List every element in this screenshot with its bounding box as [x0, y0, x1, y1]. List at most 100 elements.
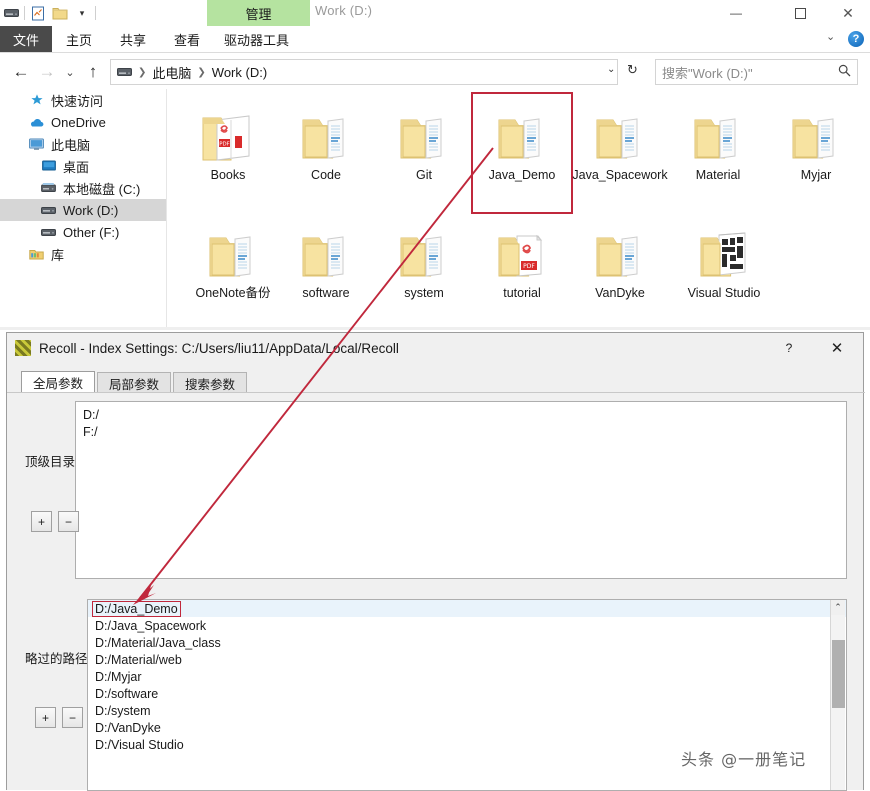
file-item-myjar[interactable]: Myjar [767, 94, 865, 183]
customize-dropdown-icon[interactable]: ▾ [71, 2, 93, 24]
breadcrumb-separator-1[interactable]: ❯ [138, 67, 146, 78]
breadcrumb-this-pc[interactable]: 此电脑 [152, 63, 191, 82]
search-icon[interactable] [838, 64, 851, 80]
breadcrumb-work-d[interactable]: Work (D:) [212, 65, 267, 80]
sidebar-item-label: 桌面 [63, 159, 90, 175]
sidebar-item-label: 库 [51, 247, 65, 263]
file-item-visual-studio[interactable]: Visual Studio [669, 212, 779, 301]
file-item-onenote-backup[interactable]: OneNote备份 [179, 212, 287, 301]
file-item-tutorial[interactable]: PDF tutorial [473, 212, 571, 301]
dialog-title: Recoll - Index Settings: C:/Users/liu11/… [39, 340, 399, 356]
dialog-help-button[interactable]: ? [775, 339, 803, 357]
file-item-java-spacework[interactable]: Java_Spacework [571, 94, 669, 183]
sidebar-item-library[interactable]: 库 [0, 243, 166, 265]
ribbon-tab-strip: 文件 主页 共享 查看 驱动器工具 [0, 26, 870, 52]
file-item-books[interactable]: PDF Books [179, 94, 277, 183]
window-title: Work (D:) [315, 3, 373, 18]
list-item[interactable]: D:/software [88, 685, 846, 702]
sidebar-item-this-pc[interactable]: 此电脑 [0, 133, 166, 155]
folder-docs-icon [277, 94, 375, 166]
folder-docs-icon [767, 94, 865, 166]
sidebar-item-desktop[interactable]: 桌面 [0, 155, 166, 177]
file-item-label: Git [416, 168, 432, 182]
skipped-list-scrollbar[interactable]: ⌃ [830, 600, 845, 790]
help-icon[interactable]: ? [848, 31, 864, 47]
address-dropdown-icon[interactable]: ⌄ [607, 64, 615, 75]
file-item-system[interactable]: system [375, 212, 473, 301]
watermark-text: 头条 @一册笔记 [681, 750, 807, 769]
drive-icon[interactable] [0, 2, 22, 24]
tab-search-params[interactable]: 搜索参数 [173, 372, 248, 393]
tab-global-params[interactable]: 全局参数 [21, 371, 96, 393]
sidebar-item-label: 快速访问 [51, 93, 104, 109]
list-item[interactable]: D:/system [88, 702, 846, 719]
breadcrumb-separator-2[interactable]: ❯ [197, 67, 205, 78]
topdirs-add-button[interactable]: + [31, 511, 52, 532]
new-folder-icon[interactable] [49, 2, 71, 24]
file-item-label: system [404, 286, 444, 300]
list-item[interactable]: D:/Myjar [88, 668, 846, 685]
file-item-code[interactable]: Code [277, 94, 375, 183]
folder-vs-icon [669, 212, 779, 284]
sidebar-item-quick-access[interactable]: 快速访问 [0, 89, 166, 111]
file-item-label: software [302, 286, 350, 300]
svg-text:PDF: PDF [219, 142, 230, 148]
skipped-remove-button[interactable]: − [62, 707, 83, 728]
ribbon-tab-share[interactable]: 共享 [106, 26, 160, 52]
file-item-label: Books [210, 168, 246, 182]
file-item-vandyke[interactable]: VanDyke [571, 212, 669, 301]
sidebar-item-onedrive[interactable]: OneDrive [0, 111, 166, 133]
topdirs-remove-button[interactable]: − [58, 511, 79, 532]
sidebar-item-label: OneDrive [51, 114, 106, 130]
ribbon-tab-home[interactable]: 主页 [52, 26, 106, 52]
properties-icon[interactable] [27, 2, 49, 24]
chevron-down-icon[interactable]: ⌄ [826, 30, 835, 43]
file-item-git[interactable]: Git [375, 94, 473, 183]
scroll-up-icon[interactable]: ⌃ [831, 600, 845, 615]
dialog-close-button[interactable]: ✕ [823, 339, 851, 357]
recent-locations-button[interactable]: ⌄ [60, 59, 80, 85]
close-button[interactable]: ✕ [825, 0, 870, 26]
refresh-icon[interactable]: ↻ [627, 62, 638, 78]
address-breadcrumb-bar[interactable]: ❯ 此电脑 ❯ Work (D:) [110, 59, 618, 85]
contextual-tab-manage[interactable]: 管理 [207, 0, 310, 26]
skipped-add-button[interactable]: + [35, 707, 56, 728]
file-item-material[interactable]: Material [669, 94, 767, 183]
up-button[interactable]: ↑ [80, 59, 106, 85]
file-item-java-demo[interactable]: Java_Demo [471, 92, 573, 214]
settings-tab-strip: 全局参数 局部参数 搜索参数 [21, 371, 249, 393]
ribbon-divider [0, 52, 870, 53]
sidebar-item-other-f[interactable]: Other (F:) [0, 221, 166, 243]
topdirs-listbox[interactable]: D:/ F:/ [75, 401, 847, 579]
file-item-label: Myjar [800, 168, 832, 182]
forward-button[interactable]: → [34, 59, 60, 85]
list-item[interactable]: D:/VanDyke [88, 719, 846, 736]
maximize-button[interactable] [777, 0, 823, 26]
ribbon-tab-file[interactable]: 文件 [0, 26, 52, 52]
sidebar-item-label: 此电脑 [51, 137, 91, 153]
scrollbar-thumb[interactable] [832, 640, 845, 708]
list-item[interactable]: D:/Java_Demo [88, 600, 846, 617]
search-input[interactable]: 搜索"Work (D:)" [655, 59, 858, 85]
topdirs-label: 顶级目录 [25, 455, 76, 469]
ribbon-tab-view[interactable]: 查看 [160, 26, 214, 52]
back-button[interactable]: ← [8, 59, 34, 85]
tab-underline [7, 392, 865, 393]
skipped-label: 略过的路径 [25, 652, 88, 666]
tab-local-params[interactable]: 局部参数 [97, 372, 172, 393]
folder-docs-icon [571, 212, 669, 284]
file-item-software[interactable]: software [277, 212, 375, 301]
search-placeholder: 搜索"Work (D:)" [662, 65, 753, 81]
file-item-label: tutorial [503, 286, 541, 300]
folder-docs-icon [571, 94, 669, 166]
pane-splitter[interactable] [166, 89, 167, 327]
list-item[interactable]: F:/ [76, 423, 846, 440]
list-item[interactable]: D:/Material/Java_class [88, 634, 846, 651]
minimize-button[interactable]: — [713, 0, 759, 26]
sidebar-item-local-disk-c[interactable]: 本地磁盘 (C:) [0, 177, 166, 199]
sidebar-item-work-d[interactable]: Work (D:) [0, 199, 166, 221]
ribbon-tab-drive-tools[interactable]: 驱动器工具 [214, 26, 299, 52]
list-item[interactable]: D:/ [76, 406, 846, 423]
list-item[interactable]: D:/Java_Spacework [88, 617, 846, 634]
list-item[interactable]: D:/Material/web [88, 651, 846, 668]
